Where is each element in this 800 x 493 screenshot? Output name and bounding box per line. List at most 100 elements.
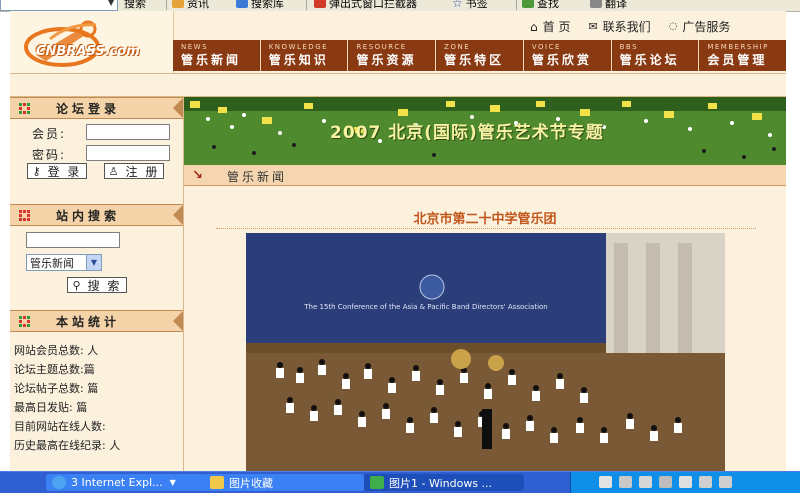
nav-item-en: BBS (619, 43, 639, 51)
logo-text: CNBRASS.com (36, 44, 140, 59)
news-icon (172, 0, 184, 8)
site-header: CNBRASS.com ⌂ 首 页 ✉ 联系我们 ◌ 广告服务 NEWS 管乐新… (10, 11, 786, 73)
member-label: 会员: (32, 127, 67, 141)
ads-link-label: 广告服务 (682, 20, 731, 34)
register-button[interactable]: ♙ 注 册 (104, 163, 164, 179)
search-category-select[interactable]: 管乐新闻 ▼ (26, 254, 102, 271)
password-input[interactable] (86, 145, 170, 161)
internet-explorer-icon (52, 476, 66, 489)
nav-item-cn: 管乐资源 (356, 53, 417, 67)
nav-item-en: VOICE (531, 43, 561, 51)
toolbar-news-button[interactable]: 资讯 (172, 0, 209, 10)
member-input[interactable] (86, 124, 170, 140)
find-icon (522, 0, 534, 8)
nav-item-voice[interactable]: VOICE 管乐欣赏 (523, 40, 612, 71)
nav-item-news[interactable]: NEWS 管乐新闻 (173, 40, 261, 71)
nav-item-bbs[interactable]: BBS 管乐论坛 (611, 40, 700, 71)
search-category-value: 管乐新闻 (30, 256, 74, 270)
grid-dots-icon (19, 210, 30, 221)
login-panel-title: 论坛登录 (56, 102, 121, 116)
stat-online-now: 目前网站在线人数: (14, 420, 106, 433)
nav-item-cn: 管乐新闻 (181, 53, 242, 67)
toolbar-bookmarks-button[interactable]: ☆ 书签 (452, 0, 488, 10)
speaker-icon[interactable] (659, 476, 672, 488)
search-icon: ⚲ (72, 278, 83, 292)
toolbar-bookmarks-label: 书签 (465, 0, 488, 10)
usb-icon[interactable] (719, 476, 732, 488)
toolbar-search-label: 搜索 (124, 0, 146, 10)
pen-icon[interactable] (599, 476, 612, 488)
nav-item-cn: 管乐特区 (444, 53, 505, 67)
search-panel-header: 站内搜索 (10, 204, 183, 226)
password-label: 密码: (32, 148, 67, 162)
section-title: 管乐新闻 (227, 170, 288, 184)
toolbar-search-box[interactable] (0, 0, 118, 11)
system-tray (570, 472, 800, 493)
contact-link-label: 联系我们 (602, 20, 651, 34)
taskbar-item-pictures[interactable]: 图片收藏 (204, 474, 364, 491)
chevron-down-icon: ▼ (169, 478, 176, 487)
home-icon: ⌂ (530, 19, 538, 34)
ads-link[interactable]: ◌ 广告服务 (669, 18, 731, 35)
home-link-label: 首 页 (542, 20, 571, 34)
speech-icon: ◌ (668, 21, 678, 32)
contact-link[interactable]: ✉ 联系我们 (588, 18, 650, 35)
nav-item-resource[interactable]: RESOURCE 管乐资源 (348, 40, 437, 71)
printer-icon[interactable] (639, 476, 652, 488)
taskbar-item-ie[interactable]: 3 Internet Expl... ▼ (46, 474, 206, 491)
taskbar-item-label: 图片收藏 (229, 476, 273, 490)
chevron-down-icon[interactable]: ▼ (108, 0, 114, 7)
keyboard-icon[interactable] (679, 476, 692, 488)
nav-item-membership[interactable]: MEMBERSHIP 会员管理 (699, 40, 786, 71)
toolbar-search-engine-button[interactable]: 搜索库 (236, 0, 284, 10)
nav-item-cn: 管乐欣赏 (531, 53, 592, 67)
magnifier-icon (236, 0, 248, 8)
stats-panel-title: 本站统计 (56, 315, 121, 329)
login-button[interactable]: ⚷ 登 录 (27, 163, 87, 179)
register-button-label: 注 册 (125, 164, 160, 179)
folder-icon (210, 476, 224, 489)
network-icon[interactable] (699, 476, 712, 488)
home-link[interactable]: ⌂ 首 页 (530, 18, 570, 35)
login-button-label: 登 录 (47, 164, 82, 179)
nav-item-en: KNOWLEDGE (268, 43, 329, 51)
toolbar-separator (166, 0, 167, 10)
taskbar-item-picture-viewer[interactable]: 图片1 - Windows ... (364, 474, 524, 491)
festival-banner[interactable]: 2007 北京(国际)管乐艺术节专题 (184, 97, 786, 165)
stat-posts: 论坛帖子总数: 篇 (14, 382, 99, 395)
section-header: ↘ 管乐新闻 (184, 165, 786, 186)
monitor-icon[interactable] (619, 476, 632, 488)
toolbar-find-button[interactable]: 查找 (522, 0, 559, 10)
nav-item-en: NEWS (181, 43, 209, 51)
dotted-divider (216, 228, 756, 229)
stats-panel-header: 本站统计 (10, 310, 183, 332)
site-logo[interactable]: CNBRASS.com (10, 11, 174, 73)
toolbar-popup-blocker-button[interactable]: 弹出式窗口拦截器 (314, 0, 417, 10)
site-search-button-label: 搜 索 (87, 278, 122, 293)
grid-dots-icon (19, 103, 30, 114)
nav-item-cn: 会员管理 (707, 53, 768, 67)
site-search-input[interactable] (26, 232, 120, 248)
panel-corner-decoration (173, 311, 183, 331)
stat-online-record: 历史最高在线纪录: 人 (14, 439, 121, 452)
main-nav: NEWS 管乐新闻 KNOWLEDGE 管乐知识 RESOURCE 管乐资源 Z… (173, 40, 786, 71)
chevron-down-icon: ▼ (86, 255, 101, 270)
banner-title: 2007 北京(国际)管乐艺术节专题 (330, 123, 604, 143)
popup-blocker-icon (314, 0, 326, 8)
stat-topics: 论坛主题总数:篇 (14, 363, 95, 376)
translate-icon (590, 0, 602, 8)
toolbar-search-button[interactable]: 搜索 (124, 0, 146, 10)
concert-hall-image: The 15th Conference of the Asia & Pacifi… (246, 233, 725, 471)
nav-item-en: ZONE (444, 43, 471, 51)
stat-daily-max: 最高日发贴: 篇 (14, 401, 88, 414)
nav-item-knowledge[interactable]: KNOWLEDGE 管乐知识 (260, 40, 349, 71)
site-search-button[interactable]: ⚲ 搜 索 (67, 277, 127, 293)
web-page: CNBRASS.com ⌂ 首 页 ✉ 联系我们 ◌ 广告服务 NEWS 管乐新… (10, 11, 786, 471)
left-sidebar: 论坛登录 会员: 密码: ⚷ 登 录 ♙ 注 册 站内搜索 管乐新闻 ▼ ⚲ 搜… (10, 97, 184, 471)
nav-item-cn: 管乐知识 (268, 53, 329, 67)
panel-corner-decoration (173, 205, 183, 225)
toolbar-find-label: 查找 (537, 0, 559, 10)
toolbar-translate-button[interactable]: 翻译 (590, 0, 627, 10)
nav-item-zone[interactable]: ZONE 管乐特区 (436, 40, 524, 71)
toolbar-popup-blocker-label: 弹出式窗口拦截器 (329, 0, 417, 10)
